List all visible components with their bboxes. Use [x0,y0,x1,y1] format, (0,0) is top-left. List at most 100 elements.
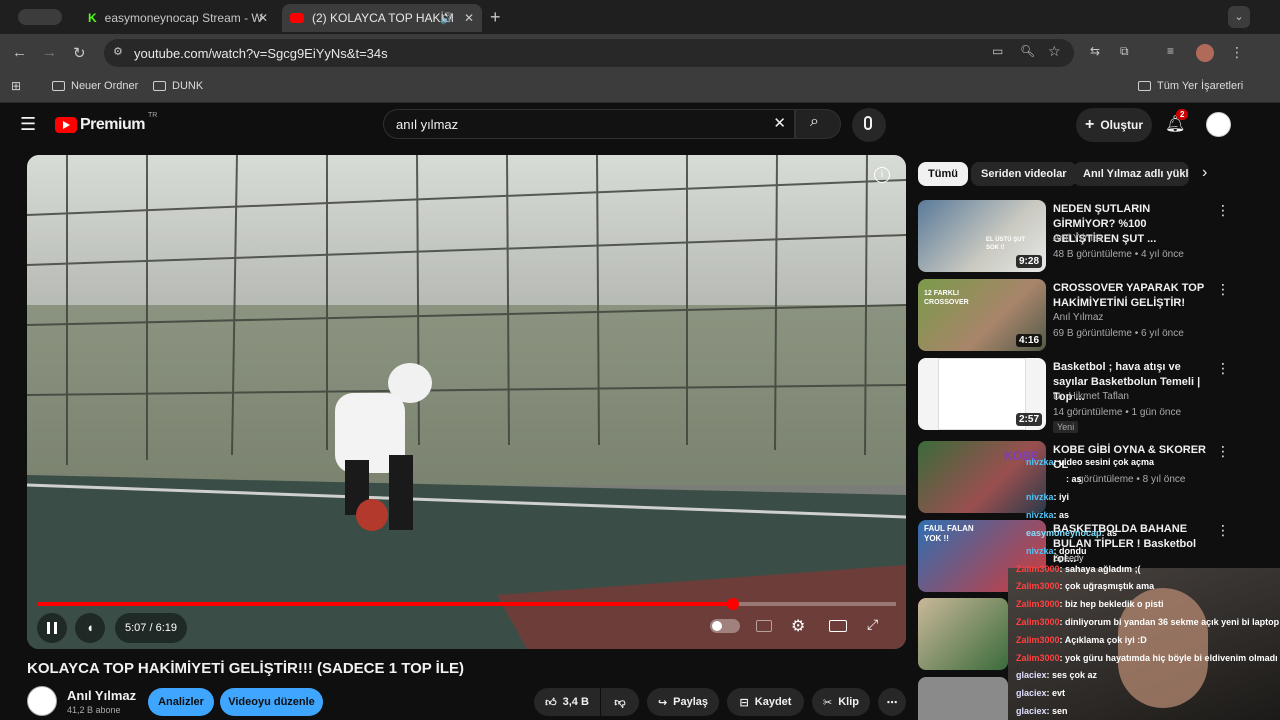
more-icon[interactable]: ⋮ [1216,443,1230,460]
back-icon[interactable]: ← [12,44,27,61]
channel-name[interactable]: Anıl Yılmaz [1053,312,1103,323]
subtitles-icon[interactable] [756,620,772,632]
chip-label: Seriden videolar [981,168,1067,180]
chat-message: nivzka: as [1026,510,1070,520]
search-icon: ⌕ [810,113,819,130]
tab-youtube[interactable]: (2) KOLAYCA TOP HAKİM 🔊 ✕ [282,4,482,32]
thumbs-up-icon: 👍︎ [545,696,557,709]
video-thumbnail[interactable]: 12 FARKLI CROSSOVER 4:16 [918,279,1046,351]
star-icon[interactable]: ☆ [1048,43,1061,60]
extensions-icon[interactable]: ⧉ [1120,44,1129,59]
search-button[interactable]: ⌕ [795,109,841,139]
clip-button[interactable]: ✂ Klip [812,688,870,716]
pause-button[interactable] [37,613,67,643]
tab-group-button[interactable] [18,9,62,25]
notifications-button[interactable]: 🔔︎ 2 [1165,109,1189,134]
translate-icon[interactable]: ⇆ [1090,44,1100,58]
reload-icon[interactable]: ↻ [73,44,86,62]
close-icon[interactable]: ✕ [258,11,268,25]
share-button[interactable]: ↪ Paylaş [647,688,719,716]
install-icon[interactable]: ▭ [992,44,1003,58]
related-video-thumbnail[interactable] [918,677,1008,720]
account-avatar[interactable] [1206,112,1231,137]
new-badge: Yeni [1053,421,1079,433]
youtube-logo[interactable]: Premium TR [55,112,157,134]
chevron-right-icon[interactable]: › [1202,164,1207,182]
video-frame [27,155,906,649]
more-icon[interactable]: ⋮ [1216,202,1230,219]
more-actions-button[interactable]: ⋯ [878,688,906,716]
youtube-play-icon [55,117,77,133]
chat-message: Zalim3000: biz hep bekledik o pisti [1016,599,1164,609]
channel-name[interactable]: Dr. Hikmet Taflan [1053,391,1129,402]
channel-name[interactable]: Anıl Yılmaz [1053,233,1103,244]
create-button[interactable]: + Oluştur [1076,108,1152,142]
analytics-button[interactable]: Analizler [148,688,214,716]
chat-message: Zalim3000: çok uğraşmıştık ama [1016,581,1155,591]
info-icon[interactable]: i [874,167,890,183]
video-thumbnail[interactable]: 2:57 [918,358,1046,430]
address-bar[interactable]: ⚙ youtube.com/watch?v=Sgcg9EiYyNs&t=34s … [104,39,1074,67]
video-meta: 14 görüntüleme • 1 gün önce [1053,407,1182,418]
video-title[interactable]: CROSSOVER YAPARAK TOP HAKİMİYETİNİ GELİŞ… [1053,281,1209,311]
video-duration: 2:57 [1015,413,1042,426]
autoplay-toggle[interactable] [710,619,740,633]
fullscreen-icon[interactable]: ⤢ [867,616,878,633]
all-bookmarks[interactable]: Tüm Yer İşaretleri [1138,80,1243,92]
bookmark-label: DUNK [172,80,204,92]
more-icon[interactable]: ⋮ [1216,522,1230,539]
video-meta: görüntüleme • 8 yıl önce [1078,474,1186,485]
channel-name[interactable]: Anıl Yılmaz [67,688,136,703]
forward-icon[interactable]: → [42,44,57,61]
chat-message: nivzka: video sesini çok açma [1026,457,1155,467]
channel-avatar[interactable] [27,686,57,716]
menu-icon[interactable]: ⋮ [1230,44,1244,61]
folder-icon [1138,81,1151,91]
edit-video-button[interactable]: Videoyu düzenle [220,688,323,716]
tab-stream[interactable]: K easymoneynocap Stream - W ✕ [80,4,276,32]
new-tab-button[interactable]: + [490,7,501,28]
voice-search-button[interactable] [852,108,886,142]
media-icon[interactable]: ≡ [1167,44,1174,58]
speaker-icon[interactable]: 🔊 [440,12,454,25]
video-thumbnail[interactable]: EL ÜSTÜ ŞUT SOK !! 9:28 [918,200,1046,272]
save-button[interactable]: ⊟ Kaydet [727,688,804,716]
volume-button[interactable]: ◖ [75,613,105,643]
profile-avatar[interactable] [1196,44,1214,62]
chip-all[interactable]: Tümü [918,162,968,186]
clear-search-icon[interactable]: ✕ [773,114,786,132]
volume-icon: ◖ [86,620,94,635]
chat-message: Zalim3000: dinliyorum bi yandan 36 sekme… [1016,617,1280,627]
video-thumbnail[interactable]: KOBE [918,441,1046,513]
related-video[interactable]: 12 FARKLI CROSSOVER 4:16 CROSSOVER YAPAR… [918,279,1230,351]
microphone-icon [864,116,872,130]
dislike-button[interactable]: 👎︎ [601,688,639,716]
site-info-icon[interactable]: ⚙ [113,45,123,58]
browser-toolbar: ← → ↻ ⚙ youtube.com/watch?v=Sgcg9EiYyNs&… [0,34,1280,72]
like-button[interactable]: 👍︎ 3,4 B [534,688,600,716]
theater-mode-icon[interactable] [829,620,847,632]
bookmark-folder[interactable]: DUNK [153,80,203,92]
bookmark-folder[interactable]: Neuer Ordner [52,80,138,92]
folder-icon [52,81,65,91]
chip-series[interactable]: Seriden videolar [971,162,1077,186]
clip-label: Klip [838,696,859,708]
search-input[interactable]: anıl yılmaz ✕ [383,109,795,139]
more-icon[interactable]: ⋮ [1216,281,1230,298]
related-video[interactable]: EL ÜSTÜ ŞUT SOK !! 9:28 NEDEN ŞUTLARIN G… [918,200,1230,272]
hamburger-menu-icon[interactable]: ☰ [20,114,36,135]
settings-icon[interactable]: ⚙ [791,616,805,636]
related-video[interactable]: 2:57 Basketbol ; hava atışı ve sayılar B… [918,358,1230,433]
progress-scrubber[interactable] [726,598,739,610]
apps-icon[interactable]: ⊞ [11,79,21,93]
more-icon[interactable]: ⋮ [1216,360,1230,377]
zoom-icon[interactable]: 🔍︎ [1020,44,1035,58]
progress-bar[interactable] [37,598,896,610]
related-video-thumbnail[interactable] [918,598,1008,670]
video-player[interactable]: i ◖ 5:07 / 6:19 ⚙ ⤢ [27,155,906,649]
tab-search-icon[interactable]: ⌄ [1228,6,1250,28]
url-text: youtube.com/watch?v=Sgcg9EiYyNs&t=34s [134,46,388,61]
close-icon[interactable]: ✕ [464,11,474,25]
video-duration: 9:28 [1015,255,1042,268]
chip-uploads[interactable]: Anıl Yılmaz adlı yükle [1073,162,1189,186]
